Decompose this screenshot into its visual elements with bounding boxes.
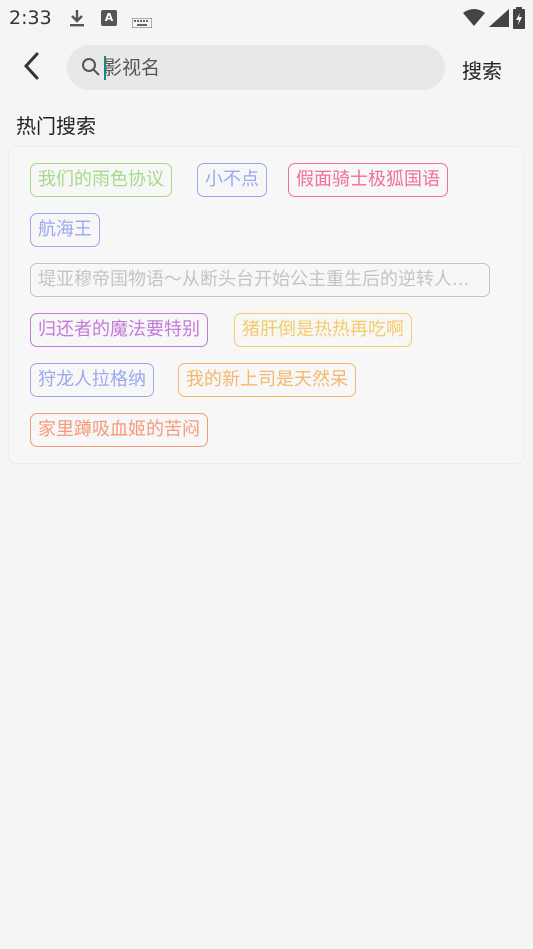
keyboard-icon (131, 13, 153, 32)
chevron-left-icon (22, 52, 40, 84)
battery-icon (513, 7, 525, 33)
hot-search-tag[interactable]: 猪肝倒是热热再吃啊 (234, 313, 412, 347)
signal-icon (489, 9, 509, 31)
search-input[interactable] (103, 45, 433, 90)
status-right-group (463, 7, 525, 33)
hot-search-tag[interactable]: 小不点 (197, 163, 267, 197)
search-box[interactable] (67, 45, 445, 90)
a-icon: A (101, 10, 117, 26)
hot-search-tag[interactable]: 归还者的魔法要特别 (30, 313, 208, 347)
hot-search-tag[interactable]: 航海王 (30, 213, 100, 247)
search-icon (81, 57, 101, 81)
text-cursor (104, 56, 106, 80)
hot-search-tag[interactable]: 狩龙人拉格纳 (30, 363, 154, 397)
status-bar: 2:33 A (0, 0, 533, 36)
hot-search-tag[interactable]: 假面骑士极狐国语 (288, 163, 448, 197)
status-time: 2:33 (9, 7, 52, 29)
wifi-icon (463, 9, 485, 31)
hot-search-tag[interactable]: 我的新上司是天然呆 (178, 363, 356, 397)
hot-search-tag[interactable]: 我们的雨色协议 (30, 163, 172, 197)
back-button[interactable] (14, 50, 48, 86)
hot-search-tag[interactable]: 家里蹲吸血姬的苦闷 (30, 413, 208, 447)
search-button[interactable]: 搜索 (462, 52, 520, 86)
hot-search-title: 热门搜索 (16, 114, 96, 138)
download-icon (68, 8, 86, 32)
hot-search-tag[interactable]: 堤亚穆帝国物语～从断头台开始公主重生后的逆转人... (30, 263, 490, 297)
